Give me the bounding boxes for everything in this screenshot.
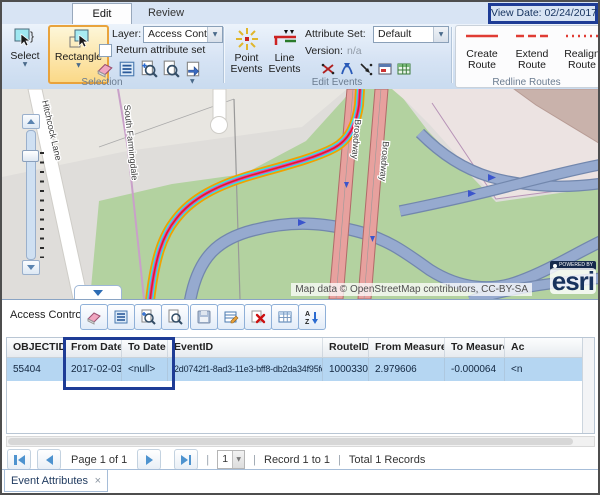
table-header-row: OBJECTID From Date To Date EventID Route…	[7, 338, 585, 358]
version-value: n/a	[347, 45, 362, 57]
record-range: Record 1 to 1	[264, 454, 330, 466]
tab-event-attributes[interactable]: Event Attributes ×	[4, 470, 108, 492]
return-attribute-set-checkbox[interactable]	[99, 44, 112, 57]
first-page-button[interactable]	[7, 449, 31, 470]
ribbon: } Select ▼ Rectangle ▼ Layer: Access Con…	[2, 24, 598, 90]
edit-events-group-label: Edit Events	[232, 77, 442, 88]
pan-to-selection-button[interactable]	[161, 304, 189, 330]
field-chooser-button[interactable]	[271, 304, 299, 330]
clear-selection-button[interactable]	[80, 304, 108, 330]
realign-route-button[interactable]: Realign Route	[559, 32, 600, 71]
version-label: Version:	[305, 45, 343, 57]
point-events-button[interactable]: Point Events	[228, 26, 265, 75]
create-route-button[interactable]: Create Route	[459, 32, 505, 71]
chevron-down-icon[interactable]: ▼	[190, 79, 195, 85]
selection-list-button[interactable]	[107, 304, 135, 330]
selection-list-icon[interactable]	[118, 60, 136, 78]
page-select[interactable]: 1 ▼	[217, 450, 245, 469]
svg-text:Z: Z	[305, 319, 310, 325]
column-header[interactable]: EventID	[168, 338, 323, 357]
record-total: Total 1 Records	[349, 454, 425, 466]
zoom-out-button[interactable]	[22, 260, 40, 275]
save-edits-button[interactable]	[190, 304, 218, 330]
column-header[interactable]: To Date	[122, 338, 168, 357]
chevron-down-icon: ▼	[23, 62, 28, 68]
column-header[interactable]: To Measure	[445, 338, 505, 357]
close-icon[interactable]: ×	[95, 475, 101, 487]
ribbon-tab-bar: Map Edit Review View Date: 02/24/2017	[2, 2, 598, 25]
edit-attributes-button[interactable]	[217, 304, 245, 330]
rectangle-tool-icon	[67, 27, 91, 51]
last-page-button[interactable]	[174, 449, 198, 470]
select-tool-button[interactable]: } Select ▼	[5, 26, 45, 68]
column-header[interactable]: RouteID	[323, 338, 369, 357]
column-header[interactable]: From Measure	[369, 338, 445, 357]
redline-group-label: Redline Routes	[455, 77, 598, 88]
group-divider	[223, 27, 224, 83]
svg-text:A: A	[305, 311, 310, 318]
realign-route-icon	[565, 32, 599, 40]
select-tool-icon: }	[13, 26, 37, 50]
pan-to-selection-icon[interactable]	[162, 60, 180, 78]
column-header[interactable]: OBJECTID	[7, 338, 65, 357]
selection-options-icon[interactable]	[184, 60, 202, 78]
extend-route-icon	[515, 32, 549, 40]
event-editor-window: Map Edit Review View Date: 02/24/2017 } …	[0, 0, 600, 495]
scrollbar-thumb[interactable]	[8, 438, 573, 445]
sort-records-button[interactable]: AZ	[298, 304, 326, 330]
chevron-down-icon: ▼	[232, 451, 244, 468]
attribute-set-dropdown[interactable]: Default ▼	[373, 26, 449, 43]
zoom-handle[interactable]	[22, 150, 39, 162]
zoom-in-button[interactable]	[22, 114, 40, 129]
chevron-down-icon: ▼	[76, 63, 81, 69]
map-attribution: Map data © OpenStreetMap contributors, C…	[291, 283, 532, 296]
tab-review[interactable]: Review	[134, 4, 198, 23]
group-divider	[451, 27, 452, 83]
vertical-scrollbar[interactable]	[582, 338, 594, 433]
column-header[interactable]: Ac	[505, 338, 585, 357]
delete-records-button[interactable]	[244, 304, 272, 330]
attribute-table: OBJECTID From Date To Date EventID Route…	[6, 337, 595, 434]
collapse-panel-button[interactable]	[74, 285, 122, 299]
zoom-to-selection-icon[interactable]	[140, 60, 158, 78]
chevron-down-icon: ▼	[433, 27, 448, 42]
collapse-arrow-icon	[93, 290, 103, 296]
next-page-button[interactable]	[137, 449, 161, 470]
view-date-annotation: View Date: 02/24/2017	[488, 3, 598, 24]
tab-edit[interactable]: Edit	[72, 3, 132, 25]
point-events-icon	[234, 26, 260, 52]
pagination-bar: Page 1 of 1 | 1 ▼ | Record 1 to 1 | Tota…	[7, 449, 425, 470]
return-attribute-set-label: Return attribute set	[116, 44, 205, 56]
esri-logo: POWERED BY esri	[534, 261, 596, 297]
attribute-set-label: Attribute Set:	[305, 28, 366, 40]
layer-label: Layer:	[112, 28, 141, 40]
clear-selection-icon[interactable]	[96, 60, 114, 78]
map-canvas[interactable]: Hitchcock Lane South Farmingdale Broadwa…	[2, 89, 598, 299]
zoom-to-selection-button[interactable]	[134, 304, 162, 330]
page-status: Page 1 of 1	[71, 454, 127, 466]
column-header[interactable]: From Date	[65, 338, 122, 357]
create-route-icon	[465, 32, 499, 40]
footer-tab-bar: Event Attributes ×	[2, 469, 598, 494]
panel-title: Access Control	[10, 309, 84, 321]
svg-text:}: }	[30, 29, 34, 43]
table-row[interactable]: 55404 2017-02-03 <null> 2d0742f1-8ad3-11…	[7, 358, 585, 381]
event-attributes-panel: Access Control AZ OBJECTID From Date To …	[2, 299, 598, 470]
zoom-ticks	[40, 152, 44, 258]
basemap: Hitchcock Lane South Farmingdale Broadwa…	[2, 89, 598, 299]
layer-dropdown[interactable]: Access Control ▼	[143, 26, 223, 43]
extend-route-button[interactable]: Extend Route	[509, 32, 555, 71]
line-events-icon	[272, 26, 298, 52]
line-events-button[interactable]: Line Events	[266, 26, 303, 75]
horizontal-scrollbar[interactable]	[6, 436, 595, 447]
previous-page-button[interactable]	[37, 449, 61, 470]
selection-group-label: Selection	[32, 77, 172, 88]
chevron-down-icon: ▼	[207, 27, 222, 42]
